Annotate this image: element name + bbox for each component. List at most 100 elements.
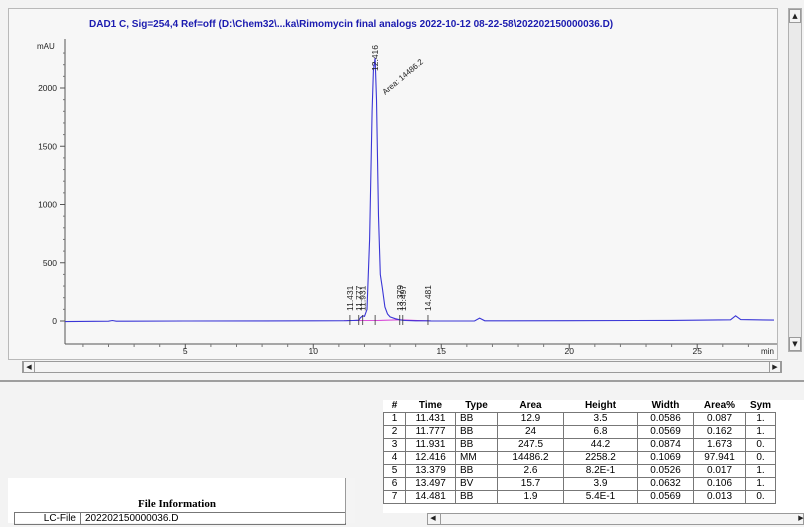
table-cell: BB [455, 463, 498, 478]
y-tick-label: 0 [52, 316, 57, 326]
table-cell: 6 [383, 476, 406, 491]
scroll-right-icon[interactable]: ▶ [769, 361, 781, 373]
column-header: Height [563, 400, 638, 412]
x-tick-label: 20 [565, 346, 575, 356]
table-scroll-right-icon[interactable]: ▶ [795, 513, 804, 525]
table-cell: 0. [745, 489, 776, 504]
scroll-left-icon[interactable]: ◀ [23, 361, 35, 373]
x-unit-label: min [761, 347, 774, 356]
x-tick-label: 25 [692, 346, 702, 356]
table-cell: 0.0874 [637, 437, 694, 452]
peak-table: # Time Type Area Height Width Area% Sym 1 11.431… [383, 400, 776, 504]
app-window: mAU 500 1000 1500 2000 0 5 10 15 20 25 min 11.431 11.… [0, 0, 804, 527]
horizontal-scrollbar[interactable]: ◀ ▶ [22, 361, 782, 373]
table-row[interactable]: 5 13.379 BB 2.6 8.2E-1 0.0526 0.017 1. [383, 463, 776, 478]
table-cell: 11.777 [405, 424, 456, 439]
table-cell: BB [455, 437, 498, 452]
table-cell: 247.5 [497, 437, 564, 452]
table-cell: MM [455, 450, 498, 465]
table-row[interactable]: 1 11.431 BB 12.9 3.5 0.0586 0.087 1. [383, 411, 776, 426]
chromatogram-trace [64, 57, 775, 323]
table-scroll-left-icon[interactable]: ◀ [427, 513, 439, 525]
file-info-panel: File Information LC-File 202202150000036… [8, 478, 346, 525]
table-cell: 2.6 [497, 463, 564, 478]
peak-label: 13.497 [398, 285, 408, 311]
file-info-row: LC-File 202202150000036.D [14, 512, 346, 525]
peak-label: 14.481 [423, 285, 433, 311]
table-cell: 1. [745, 476, 776, 491]
column-header: Sym [745, 400, 776, 412]
table-cell: 3.5 [563, 411, 638, 426]
peak-label: 11.931 [358, 285, 368, 311]
table-cell: 2258.2 [563, 450, 638, 465]
y-unit-label: mAU [37, 42, 55, 51]
column-header: Type [455, 400, 498, 412]
file-info-title: File Information [138, 498, 216, 510]
table-cell: 0.0569 [637, 489, 694, 504]
column-header: Time [405, 400, 456, 412]
table-cell: 1.673 [693, 437, 746, 452]
column-header: Width [637, 400, 694, 412]
table-row[interactable]: 4 12.416 MM 14486.2 2258.2 0.1069 97.941 0. [383, 450, 776, 465]
scroll-down-icon[interactable]: ▼ [789, 337, 801, 351]
area-annotation: Area: 14486.2 [381, 57, 426, 97]
table-cell: 0.013 [693, 489, 746, 504]
table-cell: 11.931 [405, 437, 456, 452]
table-horizontal-scrollbar[interactable]: ◀ ▶ [427, 513, 804, 525]
table-row[interactable]: 7 14.481 BB 1.9 5.4E-1 0.0569 0.013 0. [383, 489, 776, 504]
peak-table-panel: # Time Type Area Height Width Area% Sym 1 11.431… [383, 400, 804, 513]
peak-label: 12.416 [370, 45, 380, 71]
table-cell: 6.8 [563, 424, 638, 439]
x-tick-label: 10 [309, 346, 319, 356]
table-cell: 44.2 [563, 437, 638, 452]
table-row[interactable]: 2 11.777 BB 24 6.8 0.0569 0.162 1. [383, 424, 776, 439]
table-cell: 5.4E-1 [563, 489, 638, 504]
chart-title: DAD1 C, Sig=254,4 Ref=off (D:\Chem32\...… [89, 19, 614, 30]
scroll-up-icon[interactable]: ▲ [789, 9, 801, 23]
table-cell: 0.0569 [637, 424, 694, 439]
table-cell: 0. [745, 437, 776, 452]
table-cell: BB [455, 424, 498, 439]
column-header: Area [497, 400, 564, 412]
table-cell: 3 [383, 437, 406, 452]
x-tick-label: 5 [183, 346, 188, 356]
table-cell: 12.416 [405, 450, 456, 465]
table-cell: 1. [745, 411, 776, 426]
file-info-scrollbar[interactable] [345, 478, 355, 523]
y-tick-label: 500 [43, 258, 57, 268]
table-cell: 1 [383, 411, 406, 426]
table-cell: 97.941 [693, 450, 746, 465]
table-cell: 14.481 [405, 489, 456, 504]
panel-splitter[interactable] [0, 380, 804, 382]
table-cell: 0.0586 [637, 411, 694, 426]
table-cell: BV [455, 476, 498, 491]
table-cell: 5 [383, 463, 406, 478]
table-header-row: # Time Type Area Height Width Area% Sym [383, 400, 776, 412]
y-tick-label: 2000 [38, 83, 57, 93]
table-cell: 24 [497, 424, 564, 439]
table-row[interactable]: 6 13.497 BV 15.7 3.9 0.0632 0.106 1. [383, 476, 776, 491]
table-row[interactable]: 3 11.931 BB 247.5 44.2 0.0874 1.673 0. [383, 437, 776, 452]
file-info-key: LC-File [15, 513, 81, 524]
table-cell: 7 [383, 489, 406, 504]
table-cell: 3.9 [563, 476, 638, 491]
table-cell: 1. [745, 463, 776, 478]
table-cell: 4 [383, 450, 406, 465]
table-cell: 12.9 [497, 411, 564, 426]
table-cell: 13.497 [405, 476, 456, 491]
table-cell: 1. [745, 424, 776, 439]
table-cell: 0. [745, 450, 776, 465]
vertical-scrollbar[interactable]: ▲ ▼ [788, 8, 802, 352]
table-body: 1 11.431 BB 12.9 3.5 0.0586 0.087 1. 2 11.777 BB 24… [383, 411, 776, 504]
file-info-value: 202202150000036.D [85, 513, 179, 524]
table-cell: 15.7 [497, 476, 564, 491]
y-tick-label: 1000 [38, 200, 57, 210]
table-cell: BB [455, 411, 498, 426]
table-cell: BB [455, 489, 498, 504]
y-tick-label: 1500 [38, 141, 57, 151]
table-cell: 2 [383, 424, 406, 439]
column-header: Area% [693, 400, 746, 412]
chromatogram-panel: mAU 500 1000 1500 2000 0 5 10 15 20 25 min 11.431 11.… [8, 8, 778, 360]
table-cell: 0.106 [693, 476, 746, 491]
table-cell: 0.087 [693, 411, 746, 426]
